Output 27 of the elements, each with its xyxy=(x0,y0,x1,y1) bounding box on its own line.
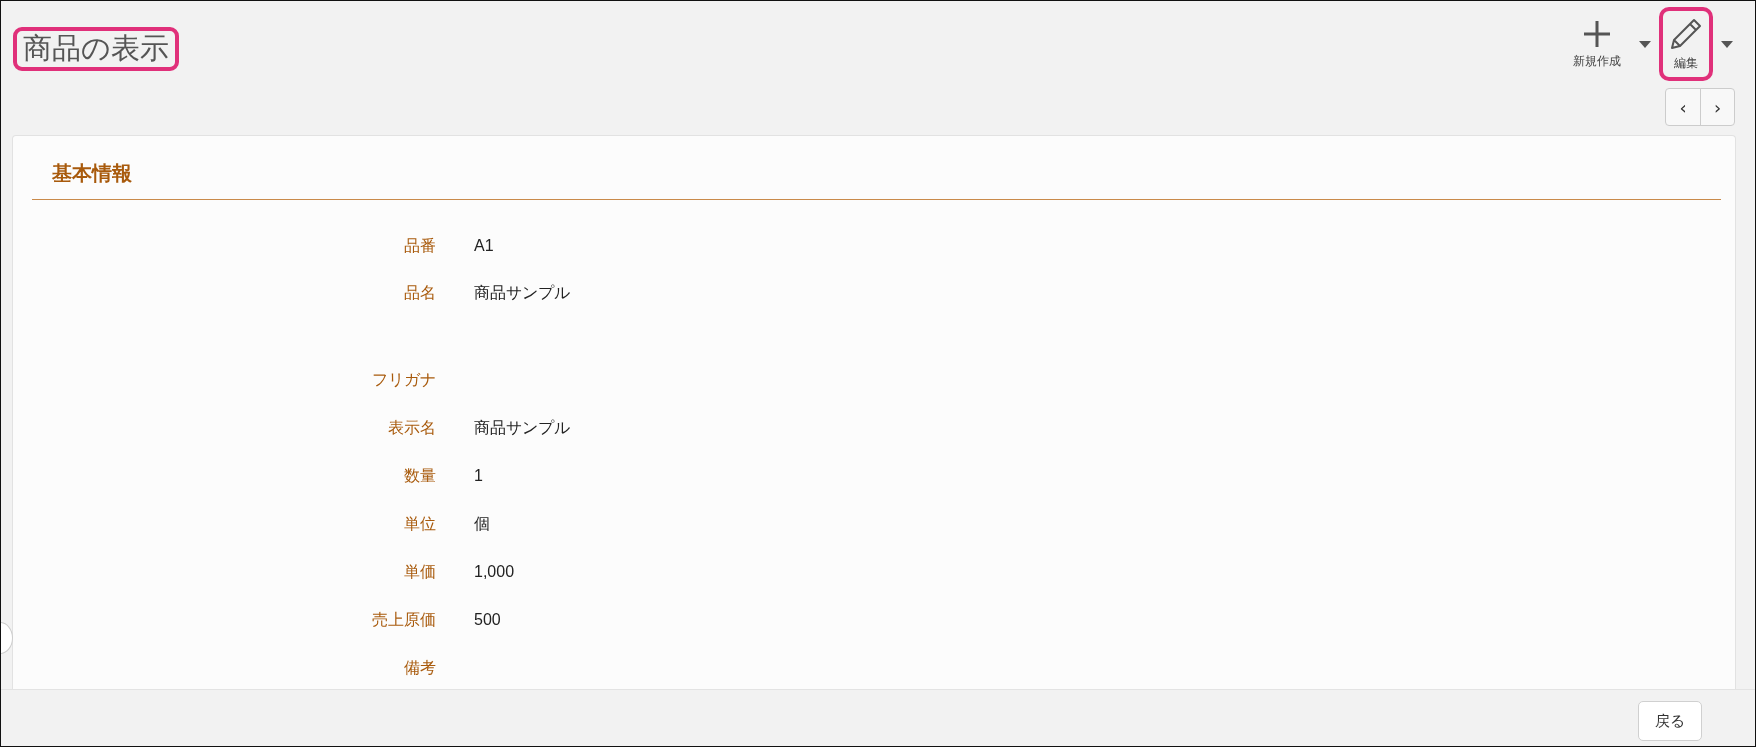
field-label: 単価 xyxy=(404,562,436,583)
pencil-icon xyxy=(1669,16,1703,51)
back-button[interactable]: 戻る xyxy=(1638,701,1702,741)
new-button[interactable]: 新規作成 xyxy=(1563,7,1631,81)
next-button[interactable]: › xyxy=(1700,89,1734,125)
caret-icon xyxy=(1639,40,1651,48)
field-value: 500 xyxy=(474,610,501,631)
field-label: 品番 xyxy=(404,236,436,257)
field-label: フリガナ xyxy=(372,370,436,391)
page-title: 商品の表示 xyxy=(13,27,179,71)
plus-icon xyxy=(1582,18,1612,49)
field-value: 商品サンプル xyxy=(474,418,570,439)
section-title: 基本情報 xyxy=(32,160,1721,200)
caret-icon xyxy=(1721,40,1733,48)
field-value: 1,000 xyxy=(474,562,515,583)
field-value: 商品サンプル xyxy=(474,283,570,303)
field-value: 1 xyxy=(474,466,483,487)
field-label: 表示名 xyxy=(388,418,436,439)
field-label: 備考 xyxy=(404,658,436,679)
field-value: A1 xyxy=(474,236,494,257)
field-label: 品名 xyxy=(404,283,436,303)
field-label: 売上原価 xyxy=(372,610,436,631)
field-value: 個 xyxy=(474,514,490,535)
edit-button[interactable]: 編集 xyxy=(1659,7,1713,81)
field-label: 数量 xyxy=(404,466,436,487)
previous-button[interactable]: ‹ xyxy=(1666,89,1700,125)
field-label: 単位 xyxy=(404,514,436,535)
